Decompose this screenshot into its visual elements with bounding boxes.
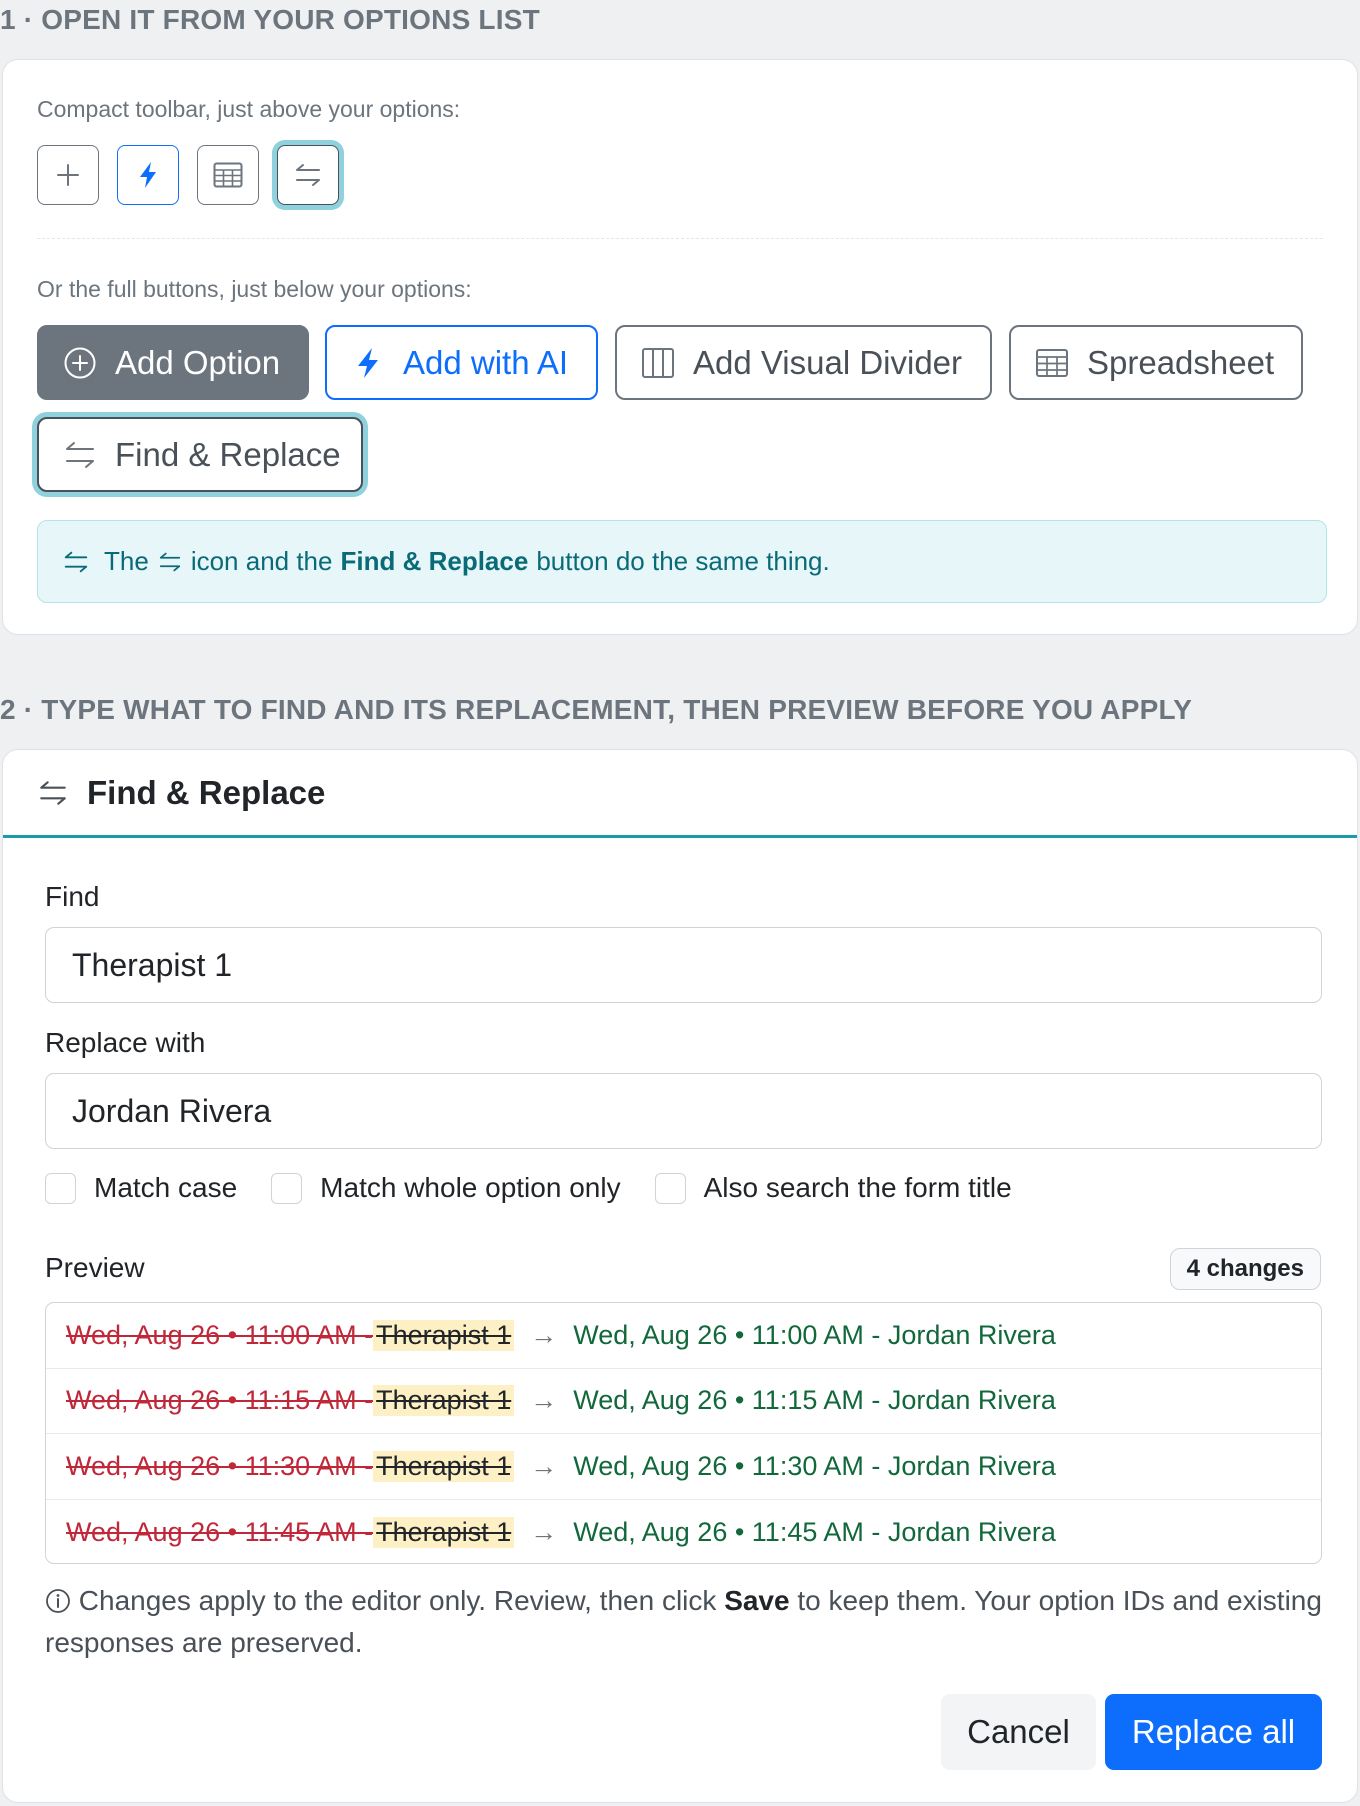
dialog-header: Find & Replace <box>3 750 1357 838</box>
old-value-prefix: Wed, Aug 26 • 11:45 AM - <box>66 1516 374 1547</box>
preview-label: Preview <box>45 1252 145 1283</box>
preview-row: Wed, Aug 26 • 11:30 AM - Therapist 1 → W… <box>46 1434 1321 1500</box>
old-value-prefix: Wed, Aug 26 • 11:00 AM - <box>66 1319 374 1350</box>
swap-arrows-icon <box>296 164 320 186</box>
table-icon <box>213 162 243 188</box>
new-value: Wed, Aug 26 • 11:30 AM - Jordan Rivera <box>573 1450 1056 1481</box>
old-value-prefix: Wed, Aug 26 • 11:30 AM - <box>66 1450 374 1481</box>
preview-row: Wed, Aug 26 • 11:45 AM - Therapist 1 → W… <box>46 1500 1321 1564</box>
callout-bold-text: Find & Replace <box>340 546 529 576</box>
lightning-icon <box>358 347 378 378</box>
search-options: Match case Match whole option only Also … <box>45 1172 1046 1204</box>
add-visual-divider-button[interactable]: Add Visual Divider <box>615 325 992 400</box>
replace-all-button[interactable]: Replace all <box>1105 1694 1322 1770</box>
swap-arrows-icon <box>66 441 94 468</box>
find-label: Find <box>45 881 100 912</box>
callout-text-2: icon and the <box>190 546 333 576</box>
compact-add-button[interactable] <box>37 145 99 205</box>
callout-text-3: button do the same thing. <box>536 546 830 576</box>
options-toolbar-card: Compact toolbar, just above your options… <box>2 59 1358 635</box>
add-with-ai-button[interactable]: Add with AI <box>325 325 598 400</box>
section-2-heading: 2 · TYPE WHAT TO FIND AND ITS REPLACEMEN… <box>0 694 1193 725</box>
new-value: Wed, Aug 26 • 11:15 AM - Jordan Rivera <box>573 1385 1056 1416</box>
arrow-right-icon: → <box>530 1319 558 1350</box>
changes-count-badge: 4 changes <box>1169 1248 1321 1290</box>
compact-spreadsheet-button[interactable] <box>197 145 259 205</box>
preview-row: Wed, Aug 26 • 11:15 AM - Therapist 1 → W… <box>46 1369 1321 1434</box>
compact-toolbar-label: Compact toolbar, just above your options… <box>37 96 461 122</box>
section-1-heading: 1 · OPEN IT FROM YOUR OPTIONS LIST <box>0 4 540 35</box>
form-title-checkbox[interactable] <box>654 1172 686 1204</box>
compact-ai-button[interactable] <box>117 145 179 205</box>
apply-note: Changes apply to the editor only. Review… <box>45 1580 1325 1664</box>
cancel-button[interactable]: Cancel <box>941 1694 1096 1770</box>
arrow-right-icon: → <box>530 1516 558 1547</box>
apply-note-bold: Save <box>724 1585 790 1616</box>
apply-note-text-1: Changes apply to the editor only. Review… <box>78 1585 717 1616</box>
replace-label: Replace with <box>45 1027 206 1058</box>
matched-text: Therapist 1 <box>373 1450 515 1482</box>
swap-arrows-icon <box>159 552 180 571</box>
swap-arrows-icon <box>64 551 88 572</box>
toolbar-divider <box>37 238 1323 239</box>
spreadsheet-label: Spreadsheet <box>1087 343 1275 381</box>
preview-list: Wed, Aug 26 • 11:00 AM - Therapist 1 → W… <box>45 1302 1322 1564</box>
add-option-button[interactable]: Add Option <box>37 325 309 400</box>
find-replace-dialog: Find & Replace Find Replace with Match c… <box>2 749 1358 1803</box>
add-with-ai-label: Add with AI <box>403 343 569 381</box>
form-title-option[interactable]: Also search the form title <box>654 1172 1012 1204</box>
match-case-checkbox[interactable] <box>45 1172 76 1204</box>
whole-option-label: Match whole option only <box>320 1172 621 1203</box>
compact-find-replace-button[interactable] <box>277 145 339 205</box>
swap-arrows-icon <box>40 780 66 805</box>
columns-icon <box>642 347 674 378</box>
arrow-right-icon: → <box>530 1450 558 1481</box>
match-case-label: Match case <box>94 1172 238 1203</box>
info-callout: The icon and the Find & Replace button d… <box>37 520 1327 603</box>
old-value-prefix: Wed, Aug 26 • 11:15 AM - <box>66 1385 374 1416</box>
matched-text: Therapist 1 <box>373 1385 515 1417</box>
whole-option-checkbox[interactable] <box>271 1172 303 1204</box>
new-value: Wed, Aug 26 • 11:00 AM - Jordan Rivera <box>573 1319 1056 1350</box>
full-buttons-label: Or the full buttons, just below your opt… <box>37 276 472 302</box>
new-value: Wed, Aug 26 • 11:45 AM - Jordan Rivera <box>573 1516 1056 1547</box>
matched-text: Therapist 1 <box>373 1516 515 1548</box>
matched-text: Therapist 1 <box>373 1319 515 1351</box>
form-title-label: Also search the form title <box>703 1172 1012 1203</box>
plus-circle-icon <box>64 347 96 378</box>
spreadsheet-button[interactable]: Spreadsheet <box>1009 325 1303 400</box>
whole-option-option[interactable]: Match whole option only <box>271 1172 621 1204</box>
add-visual-divider-label: Add Visual Divider <box>693 343 963 381</box>
table-icon <box>1036 348 1068 377</box>
lightning-icon <box>140 162 156 188</box>
arrow-right-icon: → <box>530 1385 558 1416</box>
find-input[interactable] <box>45 927 1322 1003</box>
info-icon <box>46 1589 70 1613</box>
dialog-title: Find & Replace <box>87 773 326 811</box>
replace-input[interactable] <box>45 1073 1322 1149</box>
plus-icon <box>57 164 79 186</box>
add-option-label: Add Option <box>115 343 281 381</box>
find-replace-button[interactable]: Find & Replace <box>37 417 363 492</box>
find-replace-label: Find & Replace <box>115 435 341 473</box>
callout-text-1: The <box>104 546 149 576</box>
preview-row: Wed, Aug 26 • 11:00 AM - Therapist 1 → W… <box>46 1303 1321 1369</box>
match-case-option[interactable]: Match case <box>45 1172 237 1204</box>
